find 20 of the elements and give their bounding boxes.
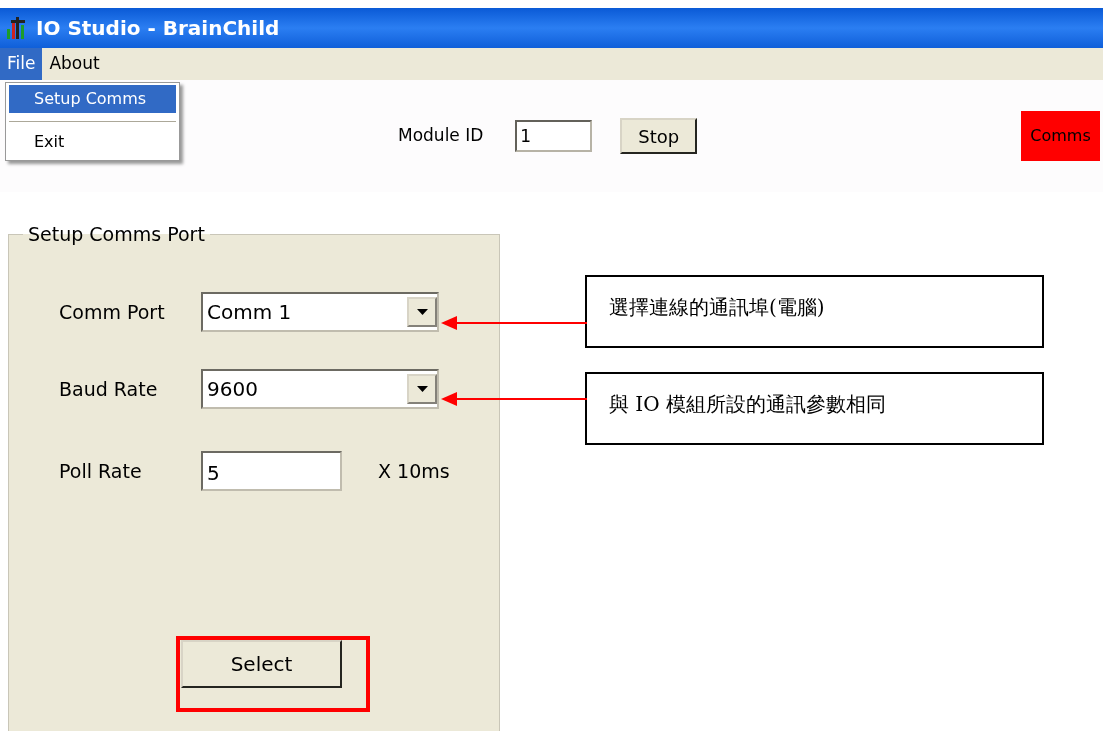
field-label: Baud Rate (59, 376, 159, 402)
menu-item[interactable]: Exit (9, 128, 176, 156)
comms-indicator: Comms (1021, 111, 1100, 161)
menu-item[interactable]: Setup Comms (9, 85, 176, 113)
callout-box: 選擇連線的通訊埠(電腦) (585, 275, 1044, 348)
menu-item[interactable]: About (42, 48, 107, 80)
module-id-label: Module ID (398, 124, 484, 148)
text-field[interactable]: 5 (201, 451, 342, 491)
dropdown-field[interactable]: Comm 1 (201, 292, 439, 332)
callout-box: 與 IO 模組所設的通訊參數相同 (585, 372, 1044, 445)
module-id-field[interactable]: 1 (515, 120, 593, 152)
field-label: Comm Port (59, 299, 166, 325)
field-label: Poll Rate (59, 458, 143, 484)
dropdown-field[interactable]: 9600 (201, 369, 439, 409)
menu-item[interactable]: File (0, 48, 43, 80)
stop-button[interactable]: Stop (620, 118, 698, 154)
unit-label: X 10ms (378, 458, 450, 484)
window-title: IO Studio - BrainChild (36, 15, 280, 42)
group-title: Setup Comms Port (27, 225, 206, 244)
select-button[interactable]: Select (181, 640, 342, 688)
